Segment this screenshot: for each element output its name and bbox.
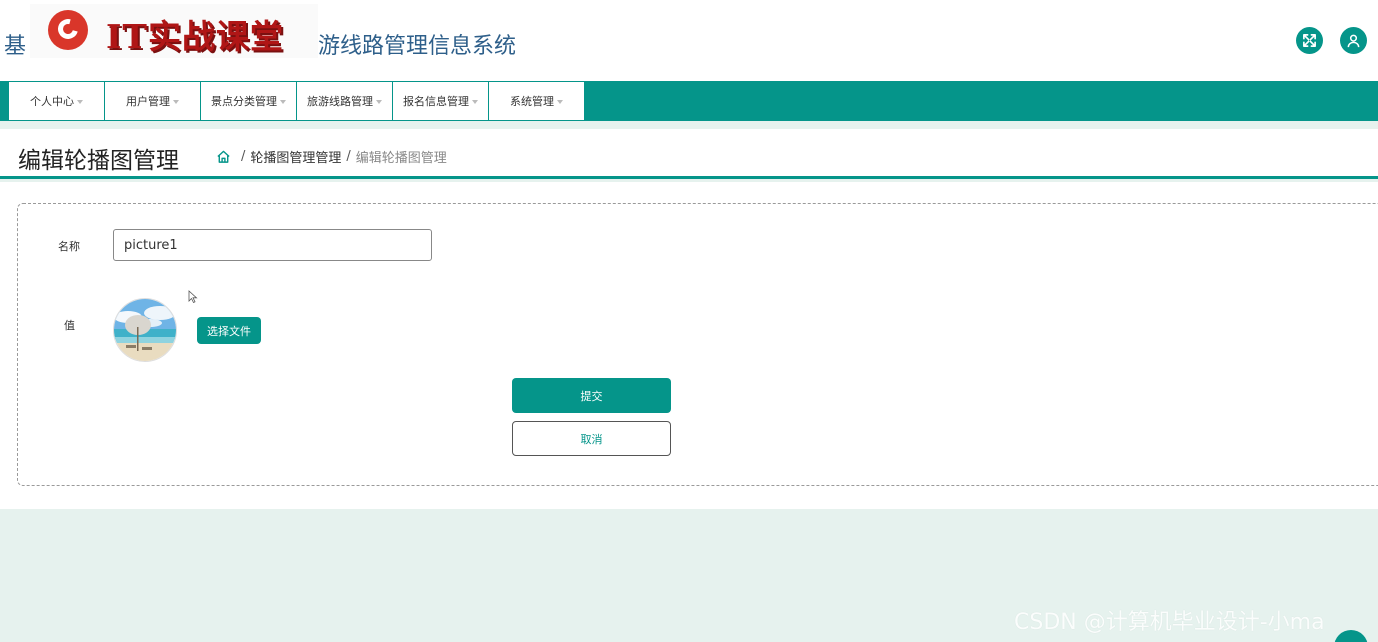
logo-banner: IT实战课堂 [30, 4, 318, 58]
logo-text: IT实战课堂 [106, 17, 284, 56]
name-label: 名称 [58, 240, 80, 253]
nav-item-attraction-category[interactable]: 景点分类管理 [201, 82, 297, 120]
user-menu-button[interactable] [1340, 27, 1367, 54]
page-header: 编辑轮播图管理 / 轮播图管理管理 / 编辑轮播图管理 [0, 129, 1378, 179]
system-title-suffix: 游线路管理信息系统 [318, 34, 517, 59]
caret-down-icon [376, 99, 382, 104]
cancel-button[interactable]: 取消 [512, 421, 671, 456]
page-title: 编辑轮播图管理 [18, 148, 179, 174]
name-input[interactable] [113, 229, 432, 261]
nav-item-label: 用户管理 [126, 95, 170, 108]
system-title-prefix: 基 [4, 34, 27, 59]
back-to-top-button[interactable] [1334, 630, 1368, 642]
nav-item-label: 报名信息管理 [403, 95, 469, 108]
nav-item-personal-center[interactable]: 个人中心 [9, 82, 105, 120]
choose-file-button[interactable]: 选择文件 [197, 317, 261, 344]
submit-button[interactable]: 提交 [512, 378, 671, 413]
value-label: 值 [64, 319, 75, 332]
breadcrumb-separator: / [346, 149, 351, 164]
breadcrumb: / 轮播图管理管理 / 编辑轮播图管理 [216, 147, 447, 166]
breadcrumb-current: 编辑轮播图管理 [355, 151, 447, 166]
caret-down-icon [173, 99, 179, 104]
nav-item-tour-route[interactable]: 旅游线路管理 [297, 82, 393, 120]
caret-down-icon [557, 99, 563, 104]
home-icon[interactable] [216, 149, 231, 164]
fullscreen-button[interactable] [1296, 27, 1323, 54]
nav-item-label: 旅游线路管理 [307, 95, 373, 108]
caret-down-icon [280, 99, 286, 104]
main-nav: 个人中心 用户管理 景点分类管理 旅游线路管理 报名信息管理 系统管理 [0, 81, 1378, 121]
nav-item-label: 个人中心 [30, 95, 74, 108]
mouse-cursor-icon [188, 290, 198, 304]
breadcrumb-separator: / [241, 149, 246, 164]
nav-item-user-management[interactable]: 用户管理 [105, 82, 201, 120]
watermark: CSDN @计算机毕业设计-小ma [1014, 610, 1325, 635]
image-preview [113, 298, 177, 362]
nav-menu: 个人中心 用户管理 景点分类管理 旅游线路管理 报名信息管理 系统管理 [9, 82, 585, 120]
nav-item-label: 系统管理 [510, 95, 554, 108]
breadcrumb-parent-link[interactable]: 轮播图管理管理 [250, 147, 341, 166]
edit-form: 名称 值 选择文件 提交 取消 [17, 203, 1378, 486]
user-icon [1347, 34, 1360, 48]
app-header: 基 IT实战课堂 游线路管理信息系统 [0, 0, 1378, 81]
caret-down-icon [77, 99, 83, 104]
caret-down-icon [472, 99, 478, 104]
beach-image [114, 299, 176, 361]
content-area: 名称 值 选择文件 提交 取消 [0, 182, 1378, 509]
nav-item-registration-info[interactable]: 报名信息管理 [393, 82, 489, 120]
logo-icon [48, 10, 88, 50]
nav-item-system-management[interactable]: 系统管理 [489, 82, 585, 120]
expand-icon [1303, 34, 1316, 47]
nav-item-label: 景点分类管理 [211, 95, 277, 108]
